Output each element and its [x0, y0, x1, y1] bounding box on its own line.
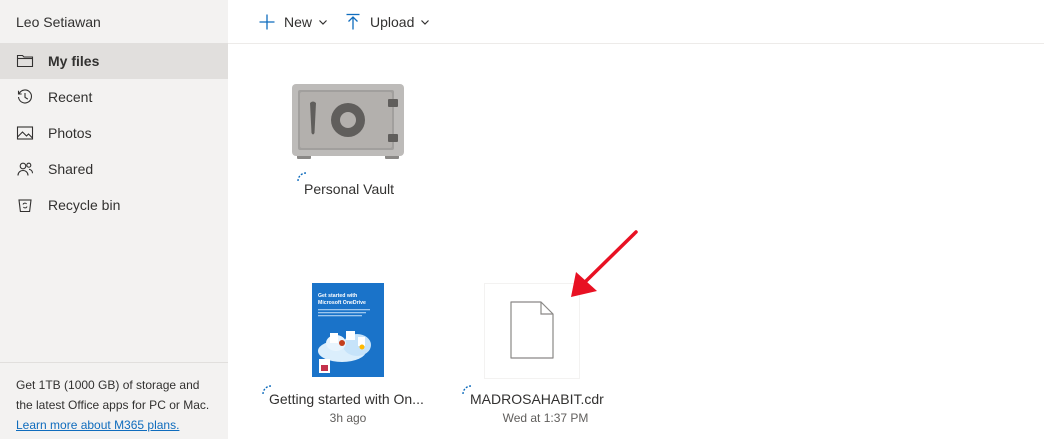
upload-icon [346, 13, 360, 29]
sidebar-item-label: Photos [48, 125, 92, 141]
file-tile-personal-vault[interactable]: Personal Vault [270, 80, 425, 200]
sidebar: Leo Setiawan My files Recent Photos Shar… [0, 0, 228, 439]
chevron-down-icon [319, 19, 327, 25]
sidebar-item-photos[interactable]: Photos [0, 115, 228, 151]
file-tile-getting-started[interactable]: Get started with Microsoft OneDrive Gett… [258, 280, 433, 430]
upload-button-label: Upload [370, 13, 415, 30]
plus-icon [259, 14, 275, 29]
thumbnail-title-line2: Microsoft OneDrive [318, 300, 366, 306]
thumbnail-title-line1: Get started with [318, 293, 357, 299]
history-icon [16, 88, 34, 106]
sidebar-item-recent[interactable]: Recent [0, 79, 228, 115]
people-icon [16, 160, 34, 178]
file-name: Personal Vault [304, 181, 395, 197]
sidebar-item-label: Recent [48, 89, 93, 105]
vault-icon [292, 84, 404, 159]
promo-link[interactable]: Learn more about M365 plans. [16, 418, 179, 432]
annotation-arrow-icon [571, 230, 638, 297]
file-name: Getting started with On... [269, 391, 424, 407]
file-modified: Wed at 1:37 PM [502, 411, 589, 425]
chevron-down-icon [421, 19, 430, 25]
new-button[interactable]: New [258, 13, 328, 31]
sidebar-item-my-files[interactable]: My files [0, 43, 228, 79]
sidebar-item-recycle-bin[interactable]: Recycle bin [0, 187, 228, 223]
sidebar-item-shared[interactable]: Shared [0, 151, 228, 187]
command-bar: New Upload [228, 0, 1044, 44]
sidebar-item-label: Shared [48, 161, 94, 177]
upload-button[interactable]: Upload [344, 13, 430, 31]
new-button-label: New [284, 13, 313, 30]
promo-text: Get 1TB (1000 GB) of storage and the lat… [16, 378, 210, 412]
sidebar-nav: My files Recent Photos Shared Recycle bi… [0, 43, 228, 223]
sidebar-item-label: My files [48, 53, 100, 69]
user-name[interactable]: Leo Setiawan [16, 14, 101, 30]
folder-icon [16, 52, 34, 70]
storage-promo: Get 1TB (1000 GB) of storage and the lat… [0, 362, 228, 435]
recycle-bin-icon [16, 196, 34, 214]
document-thumbnail: Get started with Microsoft OneDrive [312, 283, 384, 377]
file-name: MADROSAHABIT.cdr [470, 391, 604, 407]
sidebar-item-label: Recycle bin [48, 197, 121, 213]
file-modified: 3h ago [329, 411, 367, 425]
generic-file-icon [510, 301, 554, 359]
onedrive-window: Leo Setiawan My files Recent Photos Shar… [0, 0, 1044, 439]
image-icon [16, 124, 34, 142]
